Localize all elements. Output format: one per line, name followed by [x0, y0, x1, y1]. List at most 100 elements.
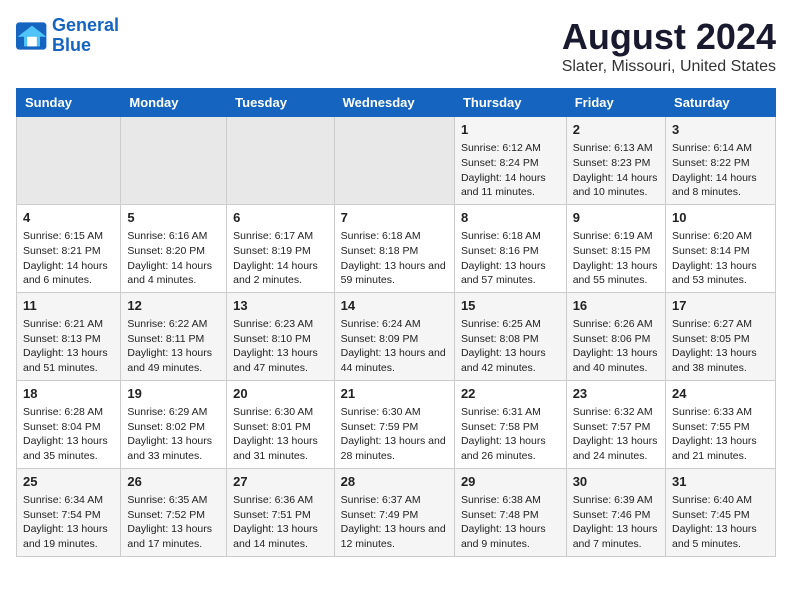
day-info: Sunrise: 6:20 AM Sunset: 8:14 PM Dayligh… — [672, 229, 769, 288]
calendar-cell: 16Sunrise: 6:26 AM Sunset: 8:06 PM Dayli… — [566, 292, 665, 380]
calendar-cell: 25 Sunrise: 6:34 AM Sunset: 7:54 PM Dayli… — [17, 468, 121, 556]
day-number: 6 — [233, 209, 327, 227]
header-day-saturday: Saturday — [666, 89, 776, 117]
day-number: 8 — [461, 209, 560, 227]
day-number: 17 — [672, 297, 769, 315]
day-number: 5 — [127, 209, 220, 227]
day-number: 28 — [341, 473, 448, 491]
calendar-cell: 20 Sunrise: 6:30 AM Sunset: 8:01 PM Dayli… — [227, 380, 334, 468]
calendar-cell: 12Sunrise: 6:22 AM Sunset: 8:11 PM Dayli… — [121, 292, 227, 380]
day-number: 4 — [23, 209, 114, 227]
calendar-cell: 14 Sunrise: 6:24 AM Sunset: 8:09 PM Dayli… — [334, 292, 454, 380]
calendar-body: 1 Sunrise: 6:12 AM Sunset: 8:24 PM Daylig… — [17, 117, 776, 557]
calendar-cell: 19 Sunrise: 6:29 AM Sunset: 8:02 PM Dayli… — [121, 380, 227, 468]
calendar-cell: 26Sunrise: 6:35 AM Sunset: 7:52 PM Dayli… — [121, 468, 227, 556]
day-number: 25 — [23, 473, 114, 491]
day-info: Sunrise: 6:31 AM Sunset: 7:58 PM Dayligh… — [461, 405, 560, 464]
day-info: Sunrise: 6:15 AM Sunset: 8:21 PM Dayligh… — [23, 229, 114, 288]
day-info: Sunrise: 6:19 AM Sunset: 8:15 PM Dayligh… — [573, 229, 659, 288]
day-info: Sunrise: 6:38 AM Sunset: 7:48 PM Dayligh… — [461, 493, 560, 552]
calendar-week-row: 4 Sunrise: 6:15 AM Sunset: 8:21 PM Daylig… — [17, 204, 776, 292]
day-number: 10 — [672, 209, 769, 227]
calendar-header: SundayMondayTuesdayWednesdayThursdayFrid… — [17, 89, 776, 117]
logo-text: General Blue — [52, 16, 119, 56]
calendar-cell: 29 Sunrise: 6:38 AM Sunset: 7:48 PM Dayli… — [454, 468, 566, 556]
day-number: 31 — [672, 473, 769, 491]
calendar-cell: 17 Sunrise: 6:27 AM Sunset: 8:05 PM Dayli… — [666, 292, 776, 380]
sub-title: Slater, Missouri, United States — [562, 58, 776, 76]
day-number: 20 — [233, 385, 327, 403]
day-number: 29 — [461, 473, 560, 491]
calendar-cell — [17, 117, 121, 205]
day-number: 23 — [573, 385, 659, 403]
calendar-cell — [334, 117, 454, 205]
day-info: Sunrise: 6:28 AM Sunset: 8:04 PM Dayligh… — [23, 405, 114, 464]
day-info: Sunrise: 6:18 AM Sunset: 8:16 PM Dayligh… — [461, 229, 560, 288]
day-info: Sunrise: 6:21 AM Sunset: 8:13 PM Dayligh… — [23, 317, 114, 376]
day-info: Sunrise: 6:16 AM Sunset: 8:20 PM Dayligh… — [127, 229, 220, 288]
calendar-cell: 11Sunrise: 6:21 AM Sunset: 8:13 PM Dayli… — [17, 292, 121, 380]
calendar-week-row: 25 Sunrise: 6:34 AM Sunset: 7:54 PM Dayli… — [17, 468, 776, 556]
calendar-cell: 22 Sunrise: 6:31 AM Sunset: 7:58 PM Dayli… — [454, 380, 566, 468]
day-info: Sunrise: 6:30 AM Sunset: 8:01 PM Dayligh… — [233, 405, 327, 464]
header-day-tuesday: Tuesday — [227, 89, 334, 117]
day-number: 13 — [233, 297, 327, 315]
calendar-week-row: 11Sunrise: 6:21 AM Sunset: 8:13 PM Dayli… — [17, 292, 776, 380]
calendar-week-row: 1 Sunrise: 6:12 AM Sunset: 8:24 PM Daylig… — [17, 117, 776, 205]
calendar-week-row: 18 Sunrise: 6:28 AM Sunset: 8:04 PM Dayli… — [17, 380, 776, 468]
day-info: Sunrise: 6:24 AM Sunset: 8:09 PM Dayligh… — [341, 317, 448, 376]
calendar-cell: 13 Sunrise: 6:23 AM Sunset: 8:10 PM Dayli… — [227, 292, 334, 380]
day-number: 16 — [573, 297, 659, 315]
calendar-cell — [121, 117, 227, 205]
calendar-cell: 30Sunrise: 6:39 AM Sunset: 7:46 PM Dayli… — [566, 468, 665, 556]
header-day-monday: Monday — [121, 89, 227, 117]
day-number: 18 — [23, 385, 114, 403]
day-info: Sunrise: 6:34 AM Sunset: 7:54 PM Dayligh… — [23, 493, 114, 552]
day-info: Sunrise: 6:33 AM Sunset: 7:55 PM Dayligh… — [672, 405, 769, 464]
day-number: 21 — [341, 385, 448, 403]
main-title: August 2024 — [562, 16, 776, 58]
day-info: Sunrise: 6:40 AM Sunset: 7:45 PM Dayligh… — [672, 493, 769, 552]
day-number: 2 — [573, 121, 659, 139]
calendar-cell: 24Sunrise: 6:33 AM Sunset: 7:55 PM Dayli… — [666, 380, 776, 468]
calendar-cell: 6Sunrise: 6:17 AM Sunset: 8:19 PM Daylig… — [227, 204, 334, 292]
calendar-cell: 9 Sunrise: 6:19 AM Sunset: 8:15 PM Daylig… — [566, 204, 665, 292]
calendar-cell: 1 Sunrise: 6:12 AM Sunset: 8:24 PM Daylig… — [454, 117, 566, 205]
calendar-cell: 21 Sunrise: 6:30 AM Sunset: 7:59 PM Dayli… — [334, 380, 454, 468]
calendar-cell: 2Sunrise: 6:13 AM Sunset: 8:23 PM Daylig… — [566, 117, 665, 205]
day-number: 7 — [341, 209, 448, 227]
calendar-table: SundayMondayTuesdayWednesdayThursdayFrid… — [16, 88, 776, 557]
day-number: 19 — [127, 385, 220, 403]
day-number: 15 — [461, 297, 560, 315]
day-info: Sunrise: 6:30 AM Sunset: 7:59 PM Dayligh… — [341, 405, 448, 464]
header-day-wednesday: Wednesday — [334, 89, 454, 117]
day-number: 9 — [573, 209, 659, 227]
day-info: Sunrise: 6:23 AM Sunset: 8:10 PM Dayligh… — [233, 317, 327, 376]
header-day-thursday: Thursday — [454, 89, 566, 117]
day-info: Sunrise: 6:25 AM Sunset: 8:08 PM Dayligh… — [461, 317, 560, 376]
day-info: Sunrise: 6:12 AM Sunset: 8:24 PM Dayligh… — [461, 141, 560, 200]
calendar-cell — [227, 117, 334, 205]
calendar-cell: 3Sunrise: 6:14 AM Sunset: 8:22 PM Daylig… — [666, 117, 776, 205]
day-info: Sunrise: 6:36 AM Sunset: 7:51 PM Dayligh… — [233, 493, 327, 552]
day-number: 22 — [461, 385, 560, 403]
calendar-cell: 8 Sunrise: 6:18 AM Sunset: 8:16 PM Daylig… — [454, 204, 566, 292]
calendar-cell: 27 Sunrise: 6:36 AM Sunset: 7:51 PM Dayli… — [227, 468, 334, 556]
logo-line1: General — [52, 15, 119, 35]
day-info: Sunrise: 6:32 AM Sunset: 7:57 PM Dayligh… — [573, 405, 659, 464]
day-info: Sunrise: 6:14 AM Sunset: 8:22 PM Dayligh… — [672, 141, 769, 200]
logo-icon — [16, 22, 48, 50]
day-info: Sunrise: 6:29 AM Sunset: 8:02 PM Dayligh… — [127, 405, 220, 464]
header-day-friday: Friday — [566, 89, 665, 117]
day-info: Sunrise: 6:35 AM Sunset: 7:52 PM Dayligh… — [127, 493, 220, 552]
day-number: 12 — [127, 297, 220, 315]
logo-line2: Blue — [52, 35, 91, 55]
calendar-cell: 23 Sunrise: 6:32 AM Sunset: 7:57 PM Dayli… — [566, 380, 665, 468]
day-number: 14 — [341, 297, 448, 315]
day-number: 1 — [461, 121, 560, 139]
calendar-cell: 7 Sunrise: 6:18 AM Sunset: 8:18 PM Daylig… — [334, 204, 454, 292]
day-info: Sunrise: 6:18 AM Sunset: 8:18 PM Dayligh… — [341, 229, 448, 288]
day-info: Sunrise: 6:27 AM Sunset: 8:05 PM Dayligh… — [672, 317, 769, 376]
logo: General Blue — [16, 16, 119, 56]
day-number: 27 — [233, 473, 327, 491]
